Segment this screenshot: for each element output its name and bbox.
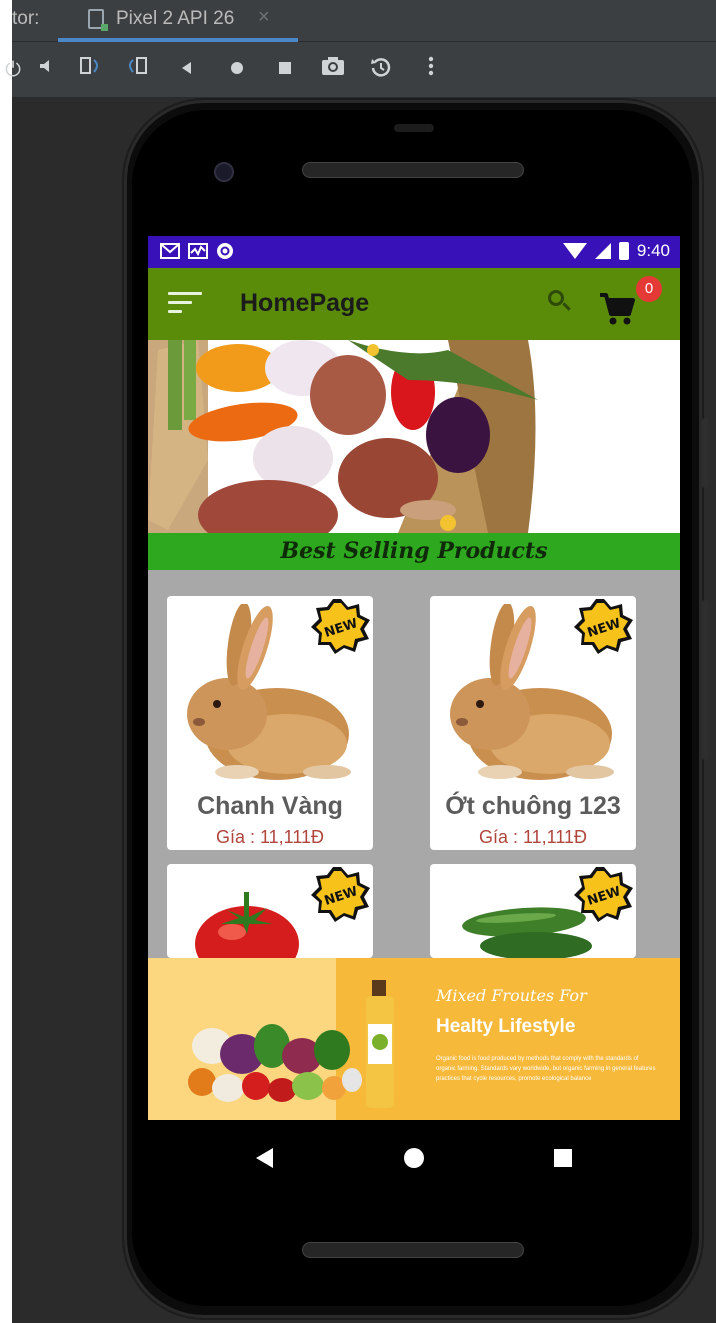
- promo-banner[interactable]: Mixed Froutes For Healty Lifestyle Organ…: [148, 958, 680, 1120]
- product-card[interactable]: NEW Chanh Vàng Gía : 11,111Đ: [167, 596, 373, 850]
- tab-title: Pixel 2 API 26: [116, 8, 235, 29]
- rotate-right-icon[interactable]: [122, 55, 152, 85]
- top-sensor: [394, 124, 434, 132]
- search-icon[interactable]: [548, 290, 571, 312]
- nav-home-icon[interactable]: [404, 1148, 424, 1168]
- back-icon[interactable]: [172, 55, 202, 85]
- best-selling-title: Best Selling Products: [280, 538, 548, 564]
- product-card[interactable]: NEW: [167, 864, 373, 958]
- new-badge-icon: NEW: [311, 867, 370, 922]
- power-icon[interactable]: ⏻: [0, 55, 28, 85]
- gmail-icon: [160, 243, 180, 259]
- app-bar: HomePage 0: [148, 268, 680, 340]
- device-icon: [88, 9, 108, 31]
- volume-icon[interactable]: [32, 55, 62, 85]
- wifi-icon: [562, 243, 587, 259]
- snapshot-icon[interactable]: [366, 55, 396, 85]
- active-tab-indicator: [58, 38, 298, 42]
- product-card[interactable]: NEW Ớt chuông 123 Gía : 11,111Đ: [430, 596, 636, 850]
- promo-title: Healty Lifestyle: [436, 1016, 576, 1037]
- hero-vegetable-basket-image: [148, 340, 680, 533]
- more-icon[interactable]: [416, 55, 446, 85]
- cucumber-image: [462, 907, 592, 958]
- mixed-vegetables-image: [188, 980, 394, 1108]
- new-badge-icon: NEW: [311, 599, 370, 654]
- close-icon[interactable]: ×: [258, 6, 270, 29]
- home-icon[interactable]: [222, 55, 252, 85]
- rotate-left-icon[interactable]: [76, 55, 106, 85]
- volume-button[interactable]: [702, 600, 708, 760]
- best-selling-banner: Best Selling Products: [148, 533, 680, 570]
- status-bar: 9:40: [148, 236, 680, 268]
- promo-subtitle: Mixed Froutes For: [436, 986, 587, 1005]
- ide-tabbar: tor: Pixel 2 API 26 ×: [12, 0, 716, 42]
- new-badge-icon: NEW: [574, 599, 633, 654]
- overview-icon[interactable]: [270, 55, 300, 85]
- product-price: Gía : 11,111Đ: [215, 827, 325, 847]
- camera-icon[interactable]: [318, 55, 348, 85]
- product-card[interactable]: NEW: [430, 864, 636, 958]
- bottom-speaker: [302, 1242, 524, 1258]
- menu-icon[interactable]: [168, 292, 202, 316]
- ide-tab-prefix: tor:: [12, 8, 40, 29]
- phone-screen: 9:40 HomePage 0 Best Selling Products NE…: [148, 236, 680, 1196]
- tomato-image: [195, 892, 299, 958]
- battery-icon: [618, 242, 629, 260]
- tab-pixel-2-api-26[interactable]: Pixel 2 API 26 ×: [58, 0, 298, 42]
- sync-icon: [217, 243, 233, 259]
- power-button[interactable]: [702, 418, 708, 488]
- page-title: HomePage: [240, 289, 370, 317]
- signal-icon: [594, 243, 611, 259]
- cart-count-badge: 0: [636, 276, 662, 302]
- product-name: Ớt chuông 123: [445, 792, 621, 820]
- nav-recents-icon[interactable]: [554, 1149, 572, 1167]
- activity-icon: [188, 243, 208, 259]
- product-name: Chanh Vàng: [197, 792, 343, 820]
- status-time: 9:40: [636, 241, 670, 260]
- product-grid: NEW Chanh Vàng Gía : 11,111Đ NEW Ớt chuô…: [148, 570, 680, 958]
- product-price: Gía : 11,111Đ: [478, 827, 588, 847]
- android-nav-bar: [148, 1120, 680, 1196]
- promo-body-text: Organic food is food produced by methods…: [436, 1056, 656, 1082]
- new-badge-icon: NEW: [574, 867, 633, 922]
- cart-icon[interactable]: [598, 290, 636, 328]
- front-camera: [214, 162, 234, 182]
- emulator-toolbar: ⏻: [5, 43, 716, 97]
- earpiece-speaker: [302, 162, 524, 178]
- nav-back-icon[interactable]: [256, 1148, 273, 1168]
